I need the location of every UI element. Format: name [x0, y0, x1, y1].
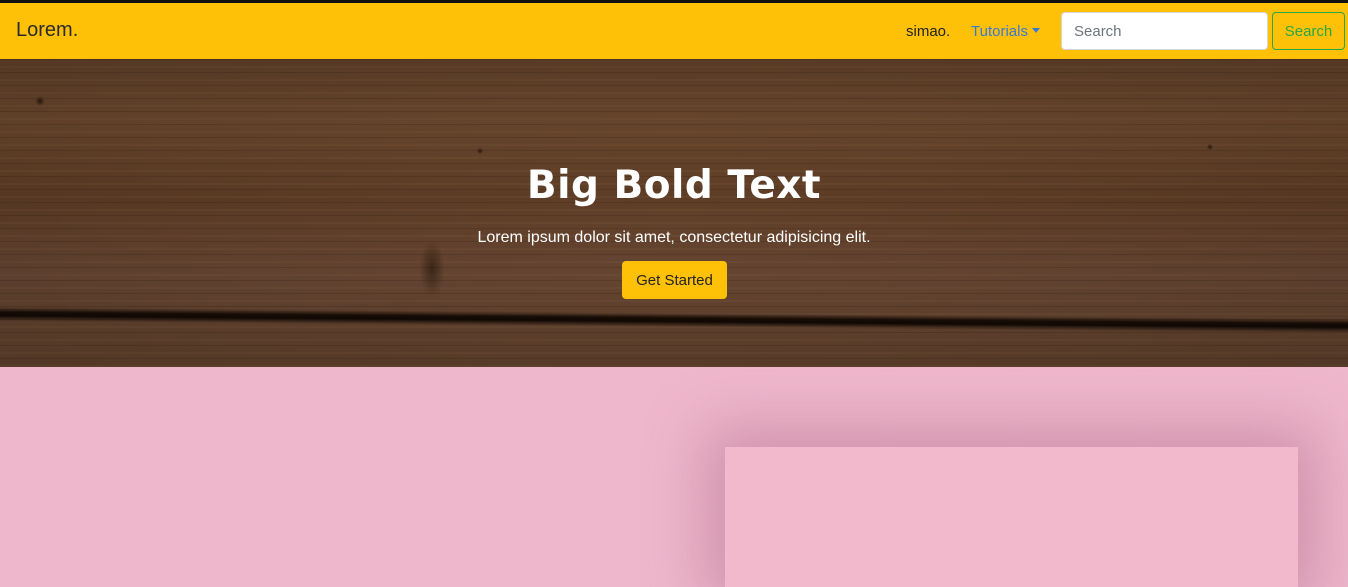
- navbar: Lorem. simao. Tutorials Search: [0, 3, 1348, 59]
- hero-title: Big Bold Text: [526, 163, 822, 208]
- hero-section: Big Bold Text Lorem ipsum dolor sit amet…: [0, 59, 1348, 367]
- nav-dropdown-tutorials[interactable]: Tutorials: [971, 23, 1040, 40]
- nav-link-simao[interactable]: simao.: [906, 23, 950, 40]
- nav-dropdown-label: Tutorials: [971, 23, 1028, 40]
- content-section: [0, 367, 1348, 587]
- brand-logo[interactable]: Lorem.: [16, 19, 78, 42]
- hero-content: Big Bold Text Lorem ipsum dolor sit amet…: [0, 59, 1348, 367]
- chevron-down-icon: [1031, 28, 1040, 33]
- get-started-button[interactable]: Get Started: [622, 261, 727, 299]
- content-card: [725, 447, 1298, 587]
- hero-subtitle: Lorem ipsum dolor sit amet, consectetur …: [477, 229, 871, 246]
- search-button[interactable]: Search: [1272, 12, 1345, 50]
- search-input[interactable]: [1061, 12, 1268, 50]
